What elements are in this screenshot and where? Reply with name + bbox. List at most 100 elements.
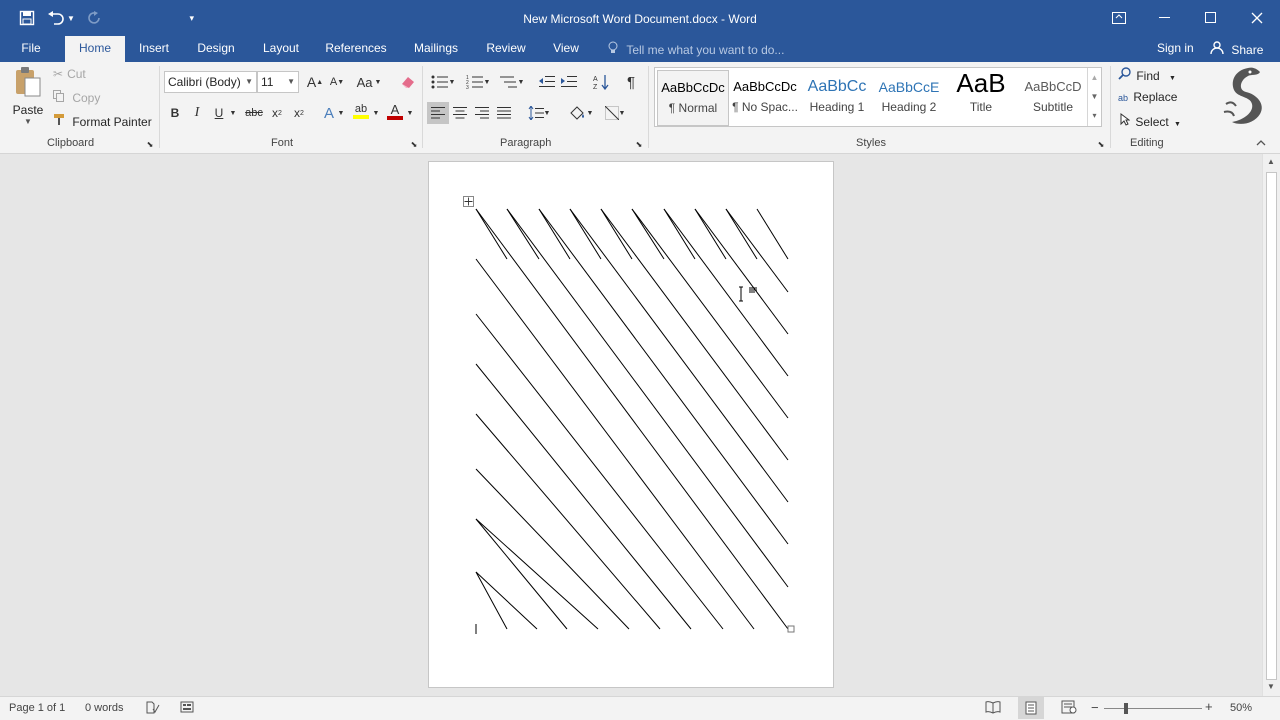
document-page[interactable] xyxy=(428,161,834,688)
style-normal[interactable]: AaBbCcDc ¶ Normal xyxy=(657,70,729,126)
font-family-dropdown[interactable]: Calibri (Body) ▼ xyxy=(164,71,257,93)
align-center-icon[interactable] xyxy=(449,102,471,124)
superscript-icon[interactable]: x2 xyxy=(288,102,310,124)
strikethrough-icon[interactable]: abc xyxy=(242,102,266,124)
zoom-in-icon[interactable]: + xyxy=(1205,699,1213,714)
close-icon[interactable] xyxy=(1234,0,1280,36)
page-count[interactable]: Page 1 of 1 xyxy=(9,702,65,714)
text-effects-dropdown-icon[interactable]: ▼ xyxy=(336,102,346,124)
copy-button[interactable]: Copy xyxy=(53,90,100,105)
tab-review[interactable]: Review xyxy=(482,36,530,62)
multilevel-list-icon[interactable]: ▼ xyxy=(497,71,527,93)
justify-icon[interactable] xyxy=(493,102,515,124)
web-layout-icon[interactable] xyxy=(1061,700,1077,717)
change-case-icon[interactable]: Aa ▼ xyxy=(354,71,384,93)
cut-label: Cut xyxy=(67,67,86,81)
ribbon-display-options-icon[interactable] xyxy=(1096,0,1142,36)
scroll-up-icon[interactable]: ▲ xyxy=(1267,157,1275,166)
zoom-level[interactable]: 50% xyxy=(1230,702,1252,714)
style-heading-1[interactable]: AaBbCc Heading 1 xyxy=(801,70,873,126)
chevron-down-icon[interactable]: ▼ xyxy=(1088,87,1101,106)
align-left-icon[interactable] xyxy=(427,102,449,124)
maximize-icon[interactable] xyxy=(1188,0,1234,36)
window-title: New Microsoft Word Document.docx - Word xyxy=(523,12,757,26)
scroll-thumb[interactable] xyxy=(1266,172,1277,680)
sign-in-link[interactable]: Sign in xyxy=(1157,41,1194,55)
grow-font-icon[interactable]: A ▲ xyxy=(304,71,326,93)
format-painter-button[interactable]: Format Painter xyxy=(53,113,152,129)
read-mode-icon[interactable] xyxy=(985,700,1001,717)
borders-icon[interactable]: ▼ xyxy=(600,102,630,124)
scroll-down-icon[interactable]: ▼ xyxy=(1267,682,1275,691)
magnifier-icon xyxy=(1118,67,1134,83)
numbering-icon[interactable]: 1 2 3 ▼ xyxy=(463,71,493,93)
font-color-dropdown-icon[interactable]: ▼ xyxy=(405,102,415,124)
paste-button[interactable]: Paste ▼ xyxy=(10,66,46,132)
paste-label: Paste xyxy=(12,103,44,117)
text-highlight-icon[interactable]: ab xyxy=(350,100,372,122)
chevron-down-icon: ▼ xyxy=(1169,75,1176,82)
replace-label: Replace xyxy=(1133,90,1178,104)
paste-dropdown-icon[interactable]: ▼ xyxy=(10,117,46,126)
tab-layout[interactable]: Layout xyxy=(256,36,306,62)
highlight-dropdown-icon[interactable]: ▼ xyxy=(371,102,381,124)
style-subtitle[interactable]: AaBbCcD Subtitle xyxy=(1017,70,1089,126)
tab-home[interactable]: Home xyxy=(65,36,125,62)
style-title[interactable]: AaB Title xyxy=(945,70,1017,126)
style-heading-2[interactable]: AaBbCcE Heading 2 xyxy=(873,70,945,126)
status-bar: Page 1 of 1 0 words − + 50% xyxy=(0,696,1280,720)
show-formatting-marks-icon[interactable]: ¶ xyxy=(620,71,642,93)
zoom-slider[interactable] xyxy=(1104,703,1202,714)
macro-recording-icon[interactable] xyxy=(180,700,194,717)
clear-formatting-icon[interactable] xyxy=(397,71,419,93)
print-layout-icon[interactable] xyxy=(1018,697,1044,719)
word-count[interactable]: 0 words xyxy=(85,702,124,714)
tab-design[interactable]: Design xyxy=(192,36,240,62)
underline-icon[interactable]: U xyxy=(208,102,230,124)
document-canvas xyxy=(0,154,1262,696)
chevron-up-icon[interactable]: ▲ xyxy=(1088,68,1101,87)
minimize-icon[interactable] xyxy=(1142,0,1188,36)
cut-button[interactable]: ✂ Cut xyxy=(53,67,86,81)
underline-dropdown-icon[interactable]: ▼ xyxy=(228,102,238,124)
vertical-scrollbar[interactable]: ▲ ▼ xyxy=(1262,154,1280,696)
tab-insert[interactable]: Insert xyxy=(134,36,174,62)
copy-icon xyxy=(53,90,68,105)
font-size-dropdown[interactable]: 11 ▼ xyxy=(257,71,299,93)
tab-mailings[interactable]: Mailings xyxy=(408,36,464,62)
tab-references[interactable]: References xyxy=(322,36,390,62)
editing-group-label: Editing xyxy=(1130,137,1164,149)
select-label: Select xyxy=(1135,115,1169,129)
zoom-slider-thumb[interactable] xyxy=(1124,703,1128,714)
line-spacing-icon[interactable]: ▼ xyxy=(524,102,554,124)
bold-icon[interactable]: B xyxy=(164,102,186,124)
decrease-indent-icon[interactable] xyxy=(536,71,558,93)
paragraph-dialog-launcher-icon[interactable]: ⬊ xyxy=(633,138,645,150)
collapse-ribbon-icon[interactable] xyxy=(1254,136,1268,150)
styles-gallery-scroll[interactable]: ▲ ▼ ▾ xyxy=(1087,68,1101,126)
shrink-font-icon[interactable]: A ▼ xyxy=(326,71,348,93)
select-button[interactable]: Select ▼ xyxy=(1120,113,1181,129)
style-no-spacing[interactable]: AaBbCcDc ¶ No Spac... xyxy=(729,70,801,126)
tab-view[interactable]: View xyxy=(548,36,584,62)
bullets-icon[interactable]: ▼ xyxy=(428,71,458,93)
share-button[interactable]: Share xyxy=(1210,41,1263,57)
tell-me-search[interactable]: Tell me what you want to do... xyxy=(608,41,784,57)
find-button[interactable]: Find ▼ xyxy=(1118,67,1176,83)
zoom-out-icon[interactable]: − xyxy=(1091,700,1099,715)
chevron-down-icon: ▼ xyxy=(245,77,253,86)
proofing-icon[interactable] xyxy=(146,700,160,717)
italic-icon[interactable]: I xyxy=(186,102,208,124)
more-styles-icon[interactable]: ▾ xyxy=(1088,106,1101,125)
styles-dialog-launcher-icon[interactable]: ⬊ xyxy=(1095,138,1107,150)
align-right-icon[interactable] xyxy=(471,102,493,124)
replace-button[interactable]: ab Replace xyxy=(1118,90,1177,104)
increase-indent-icon[interactable] xyxy=(558,71,580,93)
tab-file[interactable]: File xyxy=(14,36,48,62)
subscript-icon[interactable]: x2 xyxy=(266,102,288,124)
font-dialog-launcher-icon[interactable]: ⬊ xyxy=(408,138,420,150)
font-color-icon[interactable]: A xyxy=(384,100,406,122)
clipboard-dialog-launcher-icon[interactable]: ⬊ xyxy=(144,138,156,150)
sort-icon[interactable]: AZ xyxy=(590,71,612,93)
shading-icon[interactable]: ▼ xyxy=(566,102,596,124)
